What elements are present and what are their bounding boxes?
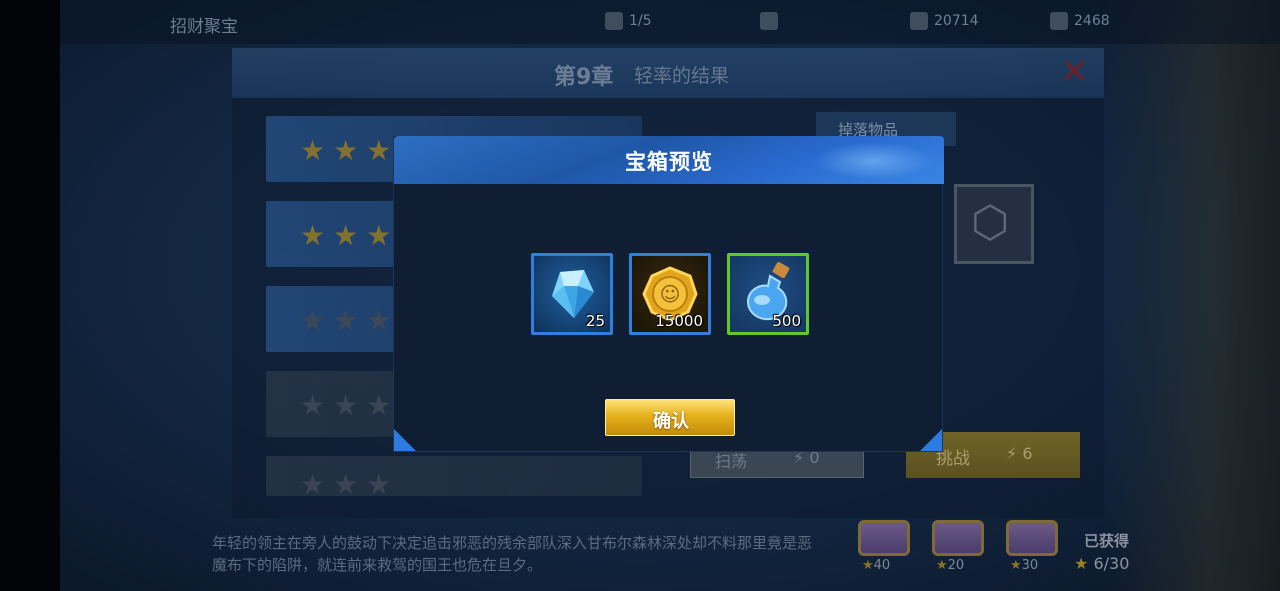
background-art [1105,0,1280,591]
star-chest-1[interactable]: ★40 [856,520,912,573]
chest-preview-dialog: 宝箱预览 25 ☺ 15000 500 确认 [393,136,944,452]
star-rating: ★★★ [300,468,400,501]
chest-icon [858,520,910,556]
battle-cost: ⚡ 6 [1006,444,1033,463]
dialog-title: 宝箱预览 [625,150,713,174]
chapter-story-text: 年轻的领主在旁人的鼓动下决定追击邪恶的残余部队深入甘布尔森林深处却不料那里竟是恶… [212,534,813,574]
corner-decoration [394,429,416,451]
left-black-bar [0,0,60,591]
item-quantity: 500 [772,312,801,330]
star-icon: ★ [1074,554,1089,573]
close-icon[interactable]: ✕ [1056,54,1092,90]
diamond-icon [1050,12,1068,30]
flag-icon [760,12,778,30]
star-icon: ★ [1010,558,1022,573]
reward-item-potion[interactable]: 500 [727,253,809,335]
item-quantity: 25 [585,312,605,330]
game-screen: 招财聚宝 1/5 20714 2468 第9章 轻率的结果 ✕ ★★★ ★★★ … [0,0,1280,591]
chapter-number: 第9章 [554,65,614,90]
star-icon: ★ [936,558,948,573]
top-bar: 招财聚宝 1/5 20714 2468 [60,0,1280,44]
star-chest-3[interactable]: ★30 [1004,520,1060,573]
star-rating: ★★★ [300,134,400,167]
star-rating: ★★★ [300,389,400,422]
obtained-label: 已获得 [1084,532,1130,550]
chest-icon [932,520,984,556]
confirm-button[interactable]: 确认 [605,399,735,436]
gold-counter: 20714 [910,12,979,30]
diamond-counter: 2468 [1050,12,1110,30]
trophy-icon [605,12,623,30]
stamina-counter: 1/5 [605,12,652,30]
reward-item-diamond[interactable]: 25 [531,253,613,335]
chest-icon [1006,520,1058,556]
gear-slot[interactable]: ⬡ [954,184,1034,264]
chapter-name: 轻率的结果 [634,65,730,87]
star-icon: ★ [862,558,874,573]
item-quantity: 15000 [655,312,703,330]
dialog-header: 宝箱预览 [394,136,944,184]
reward-item-gold[interactable]: ☺ 15000 [629,253,711,335]
energy-counter [760,12,784,30]
obtained-value: ★ 6/30 [1074,554,1130,573]
star-rating: ★★★ [300,219,400,252]
corner-decoration [920,429,942,451]
stage-row-5[interactable]: ★★★ [266,456,642,501]
star-chest-2[interactable]: ★20 [930,520,986,573]
chapter-header: 第9章 轻率的结果 ✕ [232,48,1104,98]
svg-text:☺: ☺ [660,282,681,306]
gear-icon: ⬡ [971,197,1010,248]
coin-icon [910,12,928,30]
top-bar-title: 招财聚宝 [170,17,238,37]
star-rating: ★★★ [300,304,400,337]
